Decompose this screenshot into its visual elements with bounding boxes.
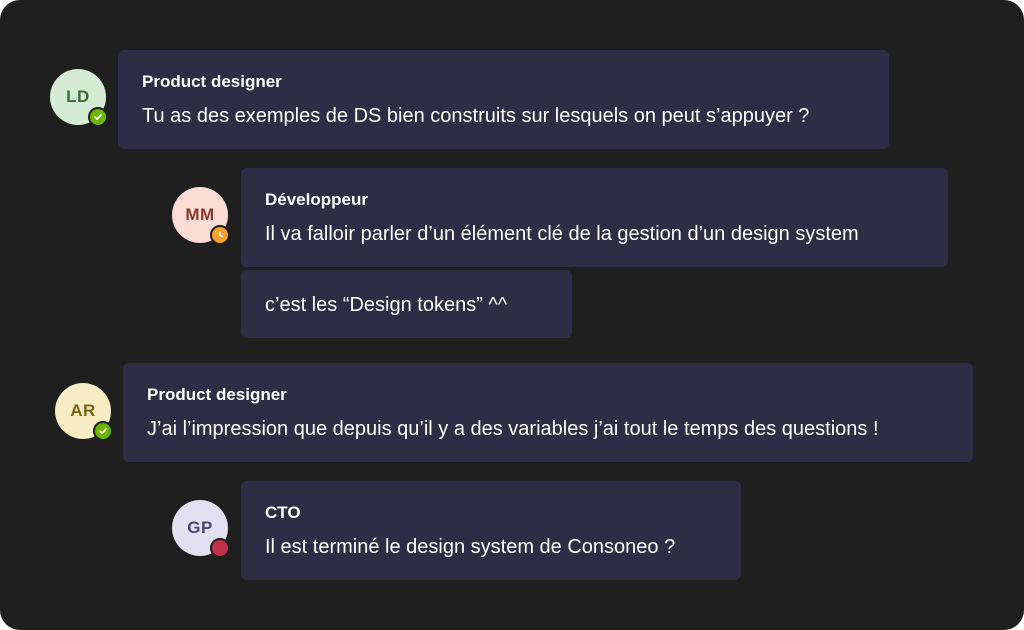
message-bubble[interactable]: Développeur Il va falloir parler d’un él… bbox=[241, 168, 948, 267]
message-author: Product designer bbox=[142, 72, 282, 91]
avatar-initials: LD bbox=[66, 87, 90, 106]
presence-available-icon bbox=[88, 107, 108, 127]
presence-available-icon bbox=[93, 421, 113, 441]
message-bubble-followup[interactable]: c’est les “Design tokens” ^^ bbox=[241, 270, 572, 338]
message-text: Il est terminé le design system de Conso… bbox=[265, 536, 676, 558]
avatar[interactable]: GP bbox=[172, 500, 230, 558]
message-text: J’ai l’impression que depuis qu’il y a d… bbox=[147, 418, 879, 440]
avatar-initials: AR bbox=[70, 401, 96, 420]
presence-busy-icon bbox=[210, 538, 230, 558]
presence-away-icon bbox=[210, 225, 230, 245]
avatar[interactable]: AR bbox=[55, 383, 113, 441]
message-text: Tu as des exemples de DS bien construits… bbox=[142, 105, 810, 127]
message-text: Il va falloir parler d’un élément clé de… bbox=[265, 223, 859, 245]
message-bubble[interactable]: Product designer Tu as des exemples de D… bbox=[118, 50, 889, 149]
avatar[interactable]: MM bbox=[172, 187, 230, 245]
message-bubble[interactable]: CTO Il est terminé le design system de C… bbox=[241, 481, 741, 580]
avatar[interactable]: LD bbox=[50, 69, 108, 127]
message-author: Product designer bbox=[147, 385, 287, 404]
chat-window: LD Product designer Tu as des exemples d… bbox=[0, 0, 1024, 630]
avatar-initials: MM bbox=[185, 205, 215, 224]
message-author: CTO bbox=[265, 503, 301, 522]
message-bubble[interactable]: Product designer J’ai l’impression que d… bbox=[123, 363, 973, 462]
message-author: Développeur bbox=[265, 190, 368, 209]
avatar-initials: GP bbox=[187, 518, 213, 537]
message-text: c’est les “Design tokens” ^^ bbox=[265, 294, 508, 316]
